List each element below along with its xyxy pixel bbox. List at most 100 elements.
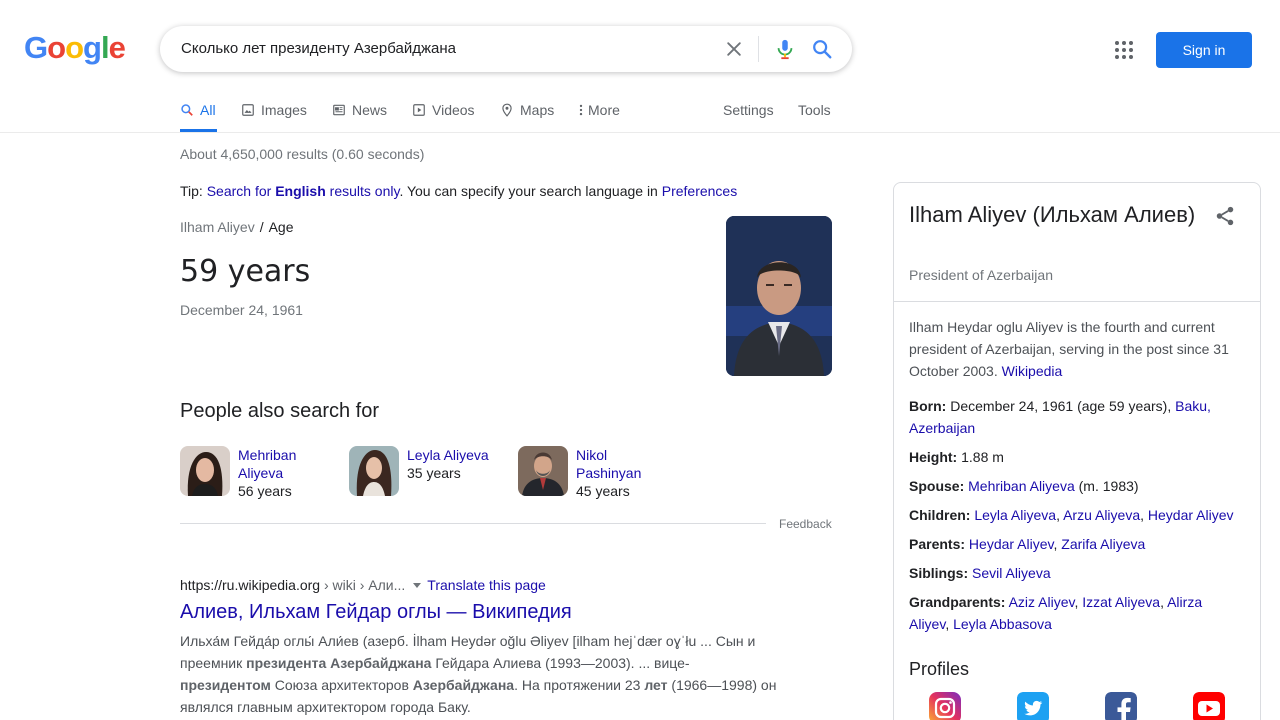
google-logo[interactable]: Google [24,30,126,66]
breadcrumb-attribute: Age [268,219,294,235]
result-title-link[interactable]: Алиев, Ильхам Гейдар оглы — Википедия [180,601,572,624]
image-icon [242,104,254,116]
kp-fact-siblings: Siblings: Sevil Aliyeva [909,562,1244,584]
search-icon [181,104,193,116]
kp-title: Ilham Aliyev (Ильхам Алиев) [909,202,1196,227]
portrait-image[interactable] [726,216,832,376]
tab-images[interactable]: Images [241,102,307,118]
kp-fact-born: Born: December 24, 1961 (age 59 years), … [909,395,1244,439]
kp-fact-parents: Parents: Heydar Aliyev, Zarifa Aliyeva [909,536,1146,552]
language-tip: Tip: Search for English results only. Yo… [180,183,737,199]
apps-grid-icon[interactable] [1115,41,1133,59]
logo-letter: G [24,30,48,65]
fact-label: Spouse: [909,478,965,494]
fact-value: (m. 1983) [1074,478,1139,494]
parent-link[interactable]: Heydar Aliyev [969,536,1054,552]
result-url: https://ru.wikipedia.org › wiki › Али...… [180,577,546,593]
wikipedia-link[interactable]: Wikipedia [1002,363,1063,379]
microphone-icon[interactable] [774,37,796,61]
answer-value: 59 years [180,254,311,289]
person-age: 56 years [238,483,292,499]
tab-tools[interactable]: Tools [798,102,831,118]
child-link[interactable]: Arzu Aliyeva [1063,507,1140,523]
news-icon [333,104,345,116]
person-age: 35 years [407,465,461,481]
result-stats: About 4,650,000 results (0.60 seconds) [180,146,425,162]
sibling-link[interactable]: Sevil Aliyeva [972,565,1051,581]
grandparent-link[interactable]: Leyla Abbasova [953,616,1052,632]
search-box[interactable]: Сколько лет президенту Азербайджана [160,26,852,72]
map-pin-icon [502,103,512,117]
tab-maps[interactable]: Maps [500,102,554,118]
grandparent-link[interactable]: Aziz Aliyev [1009,594,1075,610]
tip-link-text: Search for [206,183,276,199]
pasf-item[interactable]: Leyla Aliyeva 35 years [349,446,489,496]
kp-description: Ilham Heydar oglu Aliyev is the fourth a… [909,316,1239,382]
tip-link-bold: English [275,183,326,199]
tip-middle: . You can specify your search language i… [399,183,662,199]
twitter-icon[interactable] [1017,692,1049,720]
kp-fact-height: Height: 1.88 m [909,446,1244,468]
clear-icon[interactable] [724,39,744,59]
child-link[interactable]: Leyla Aliyeva [974,507,1056,523]
person-thumbnail [349,446,399,496]
snippet-bold: президента Азербайджана [246,655,432,671]
more-vert-icon [579,104,583,116]
tab-label: News [352,102,388,118]
feedback-link[interactable]: Feedback [779,517,832,531]
pasf-item[interactable]: Nikol Pashinyan 45 years [518,446,641,500]
tab-more[interactable]: More [578,102,620,118]
active-tab-indicator [180,129,217,132]
snippet-text: Союза архитекторов [270,677,413,693]
tab-label: Maps [520,102,555,118]
fact-label: Parents: [909,536,966,552]
tab-settings[interactable]: Settings [723,102,774,118]
grandparent-link[interactable]: Izzat Aliyeva [1082,594,1160,610]
tip-link-text: results only [325,183,400,199]
tab-videos[interactable]: Videos [412,102,475,118]
translate-page-link[interactable]: Translate this page [427,577,546,593]
search-input[interactable]: Сколько лет президенту Азербайджана [181,40,456,57]
person-age: 45 years [576,483,630,499]
section-divider [180,523,766,524]
fact-value: 1.88 m [957,449,1004,465]
knowledge-panel: Ilham Aliyev (Ильхам Алиев) President of… [893,182,1261,720]
logo-letter: l [100,30,110,65]
youtube-icon[interactable] [1193,692,1225,720]
people-also-search-title: People also search for [180,400,380,422]
tab-label: Videos [432,102,475,118]
kp-fact-children: Children: Leyla Aliyeva, Arzu Aliyeva, H… [909,507,1234,523]
english-only-link[interactable]: Search for English results only [207,183,400,199]
tab-label: Settings [723,102,774,118]
search-divider [758,36,759,62]
instagram-icon[interactable] [929,692,961,720]
result-path: › wiki › Али... [320,577,406,593]
tip-prefix: Tip: [180,183,207,199]
person-name: Pashinyan [576,465,642,481]
person-thumbnail [180,446,230,496]
tab-label: More [588,102,620,118]
answer-date: December 24, 1961 [180,302,303,318]
pasf-item[interactable]: Mehriban Aliyeva 56 years [180,446,296,500]
fact-label: Height: [909,449,958,465]
search-icon[interactable] [811,38,833,60]
tab-all[interactable]: All [180,102,216,118]
fact-label: Siblings: [909,565,969,581]
result-menu-arrow-icon[interactable] [413,583,422,588]
share-icon[interactable] [1214,205,1236,227]
facebook-icon[interactable] [1105,692,1137,720]
result-snippet: Ильха́м Гейда́р оглы́ Али́ев (азерб. İlh… [180,630,790,718]
preferences-link[interactable]: Preferences [662,183,737,199]
tab-label: Images [261,102,307,118]
sign-in-button[interactable]: Sign in [1156,32,1252,68]
profiles-title: Profiles [909,659,970,679]
tab-news[interactable]: News [332,102,387,118]
spouse-link[interactable]: Mehriban Aliyeva [968,478,1075,494]
parent-link[interactable]: Zarifa Aliyeva [1061,536,1145,552]
logo-letter: g [83,30,102,65]
video-icon [413,104,425,116]
snippet-bold: лет [644,677,668,693]
logo-letter: o [65,30,84,65]
child-link[interactable]: Heydar Aliyev [1148,507,1234,523]
breadcrumb-entity[interactable]: Ilham Aliyev [180,219,255,235]
